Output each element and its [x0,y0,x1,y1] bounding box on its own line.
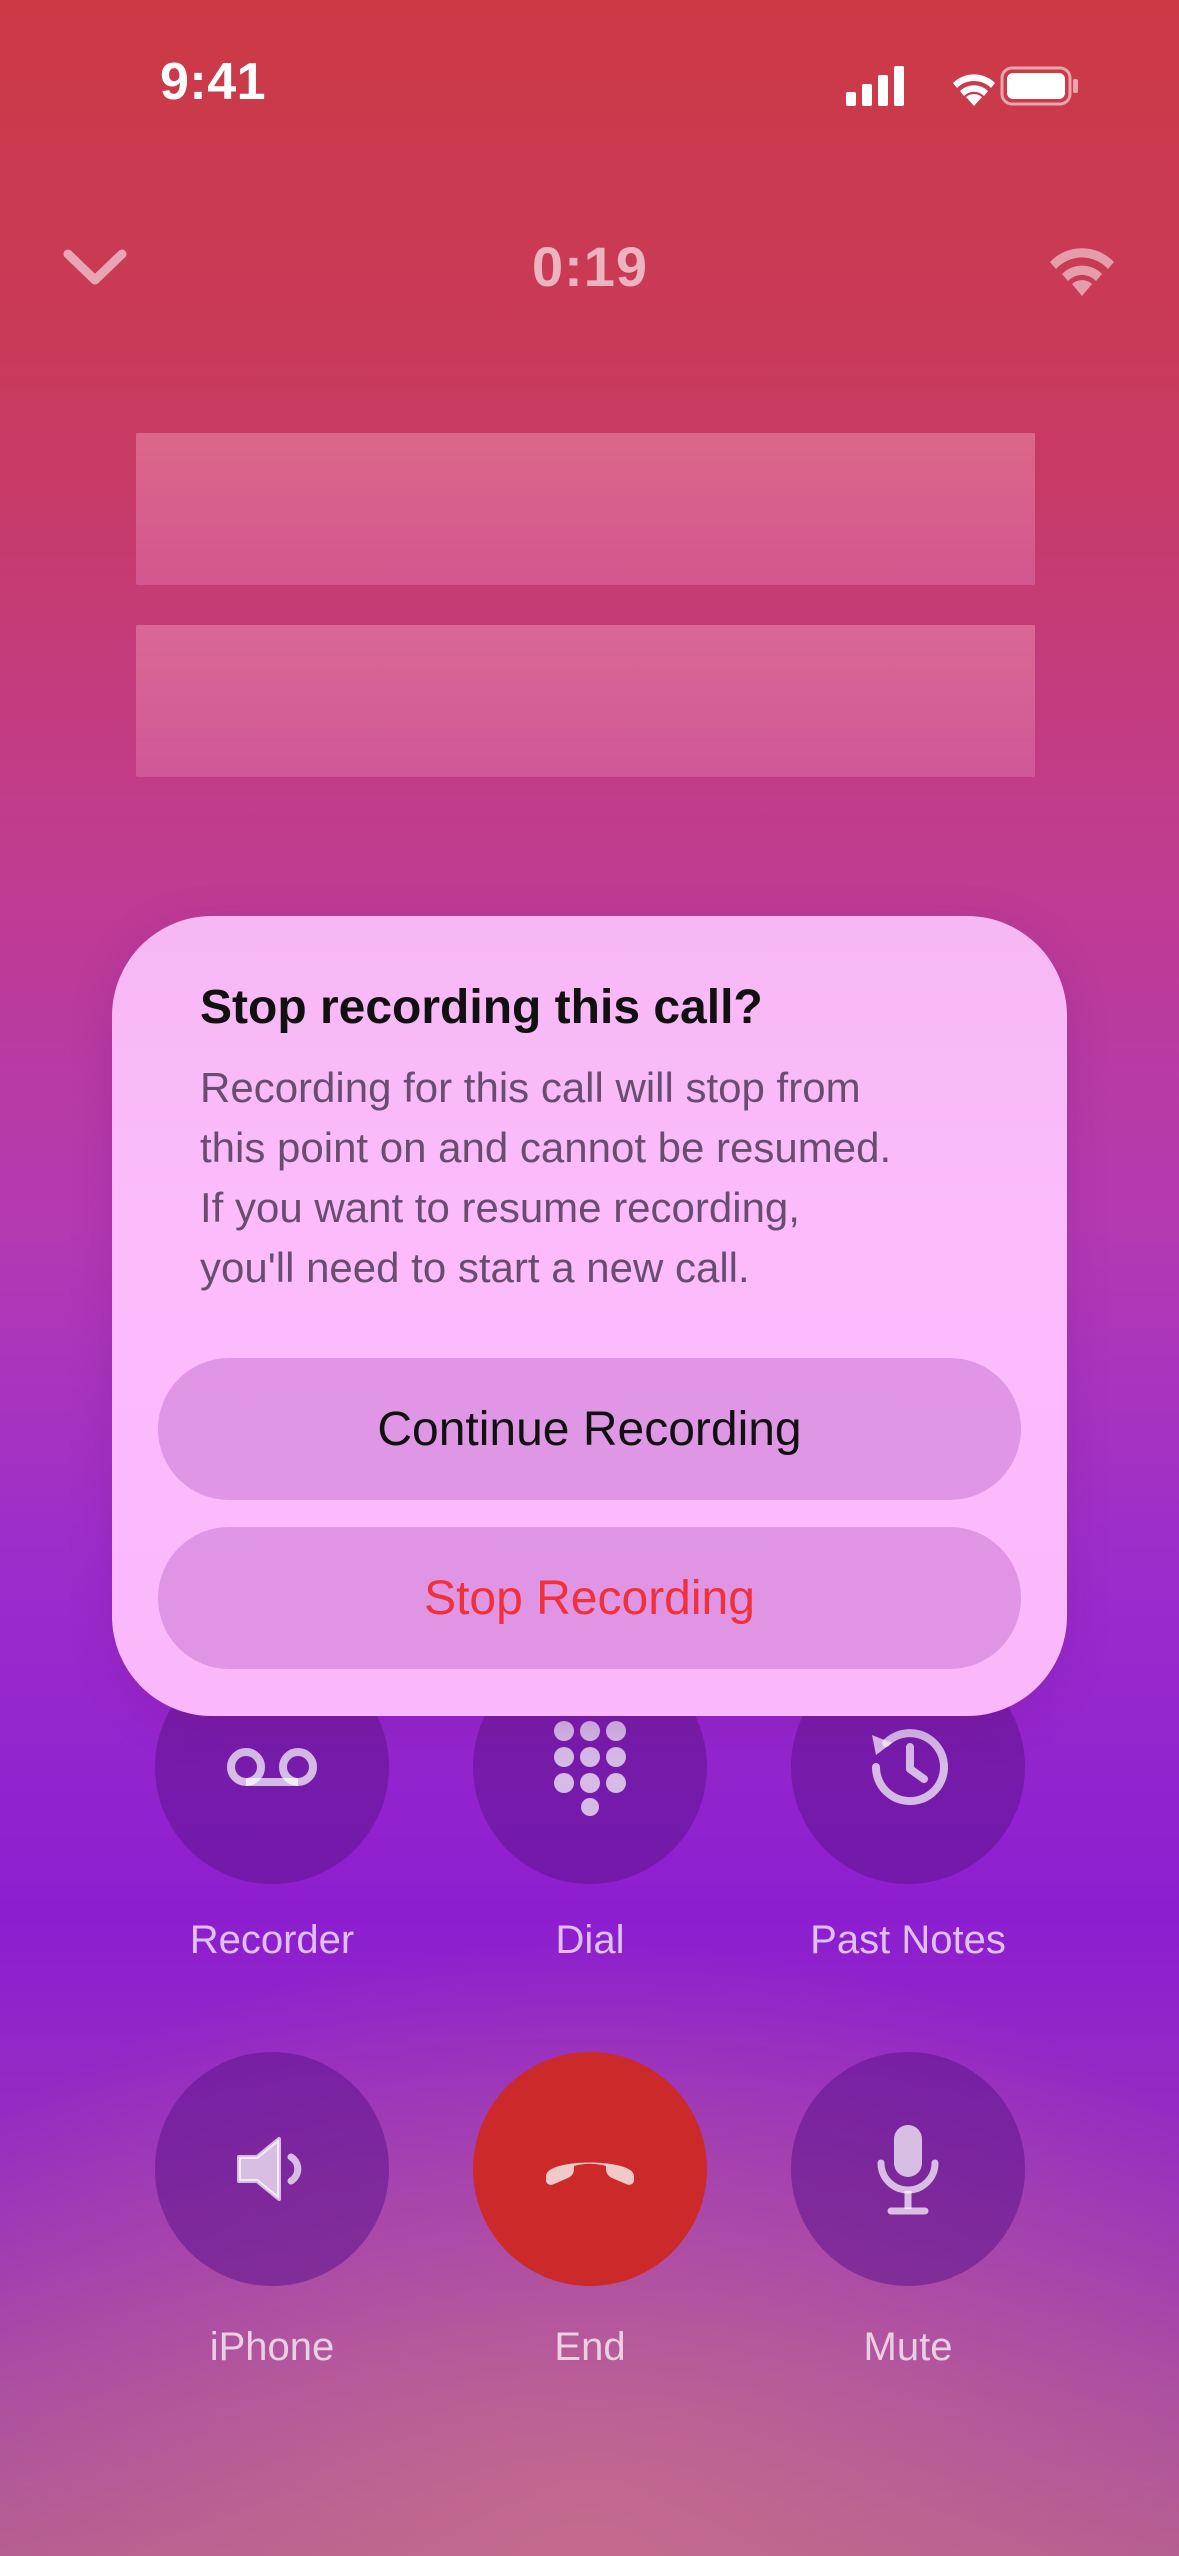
wifi-icon [953,74,995,106]
stop-recording-button[interactable]: Stop Recording [158,1527,1021,1669]
dialog-message: Recording for this call will stop from t… [200,1058,1020,1298]
dial-label: Dial [555,1918,625,1962]
speaker-label: iPhone [209,2325,335,2369]
end-call-icon [546,2162,634,2185]
status-time: 9:41 [160,53,267,111]
history-icon [872,1729,948,1806]
battery-icon [1000,66,1078,106]
collapse-button[interactable] [60,238,130,298]
past-notes-label: Past Notes [810,1918,1006,1962]
dialog-message-line: If you want to resume recording, [200,1184,800,1231]
dialog-message-line: you'll need to start a new call. [200,1244,750,1291]
keypad-icon [554,1721,626,1816]
dialog-message-line: Recording for this call will stop from [200,1064,861,1111]
mute-label: Mute [863,2325,953,2369]
caller-name-placeholder [136,433,1035,585]
end-call-button[interactable] [473,2052,707,2286]
microphone-icon [877,2125,939,2215]
speaker-button[interactable] [155,2052,389,2286]
dialog-message-line: this point on and cannot be resumed. [200,1124,892,1171]
signal-icon [846,66,904,106]
recorder-label: Recorder [189,1918,355,1962]
stop-recording-dialog: Stop recording this call? Recording for … [112,916,1067,1716]
wifi-calling-icon [1042,236,1122,300]
end-call-label: End [554,2325,626,2369]
mute-button[interactable] [791,2052,1025,2286]
chevron-down-icon [63,249,127,285]
caller-detail-placeholder [136,625,1035,777]
status-icons [840,62,1080,110]
call-timer: 0:19 [531,235,649,298]
dialog-title: Stop recording this call? [200,981,763,1034]
voicemail-icon [227,1748,317,1786]
speaker-icon [237,2137,302,2201]
continue-recording-button[interactable]: Continue Recording [158,1358,1021,1500]
